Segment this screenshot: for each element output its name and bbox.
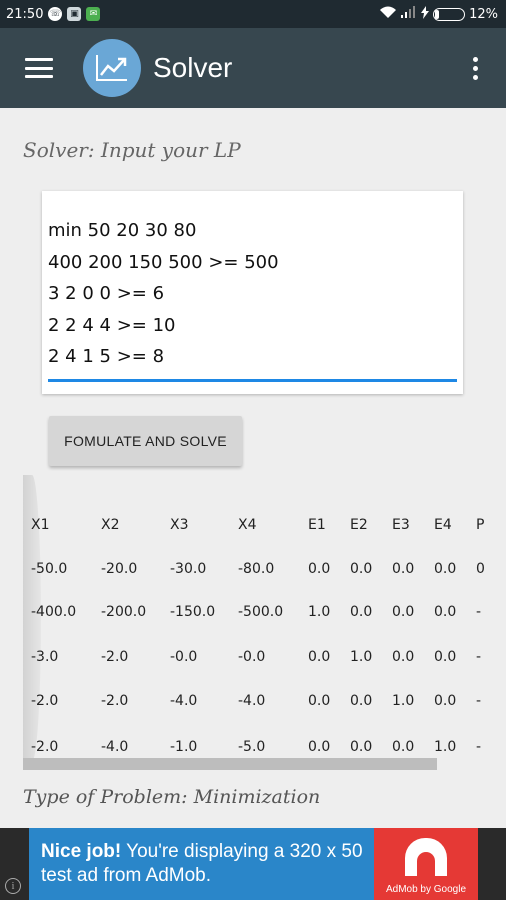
table-cell: -50.0 <box>31 561 68 577</box>
table-header: E3 <box>392 517 410 533</box>
table-cell: - <box>476 604 482 620</box>
table-header: E4 <box>434 517 452 533</box>
status-bar: 21:50 ☏ ▣ ✉ 12% <box>0 0 506 28</box>
chart-trend-icon <box>83 39 141 97</box>
status-time: 21:50 <box>6 6 44 22</box>
battery-icon <box>433 7 466 21</box>
message-icon: ✉ <box>86 7 101 21</box>
table-cell: 0.0 <box>308 693 331 709</box>
hamburger-icon[interactable] <box>25 58 53 78</box>
admob-brand: AdMob by Google <box>385 884 467 895</box>
table-cell: 0.0 <box>392 739 415 755</box>
table-cell: -2.0 <box>101 693 129 709</box>
table-cell: -5.0 <box>238 739 266 755</box>
lp-line: 400 200 150 500 >= 500 <box>48 251 279 273</box>
table-header: X4 <box>238 517 257 533</box>
table-header: E1 <box>308 517 326 533</box>
table-cell: 0.0 <box>350 739 373 755</box>
table-cell: - <box>476 739 482 755</box>
table-cell: -4.0 <box>101 739 129 755</box>
table-cell: -200.0 <box>101 604 147 620</box>
lp-input-field[interactable]: min 50 20 30 80 400 200 150 500 >= 500 3… <box>48 215 456 373</box>
table-cell: -30.0 <box>170 561 207 577</box>
table-cell: 0.0 <box>308 561 331 577</box>
table-cell: 0.0 <box>434 604 457 620</box>
table-cell: 0.0 <box>308 739 331 755</box>
input-underline <box>48 379 457 382</box>
table-cell: 1.0 <box>392 693 415 709</box>
whatsapp-icon: ☏ <box>48 7 63 21</box>
table-cell: 0.0 <box>308 649 331 665</box>
table-cell: -20.0 <box>101 561 138 577</box>
table-header: E2 <box>350 517 368 533</box>
table-cell: 0.0 <box>434 649 457 665</box>
table-cell: 1.0 <box>350 649 373 665</box>
table-cell: 0.0 <box>350 693 373 709</box>
table-cell: - <box>476 693 482 709</box>
table-grid: X1 X2 X3 X4 E1 E2 E3 E4 P -50.0 -20.0 -30.0 -80.0 0.0… <box>23 475 506 761</box>
table-cell: 0.0 <box>434 693 457 709</box>
status-right: 12% <box>379 5 498 23</box>
table-cell: -1.0 <box>170 739 198 755</box>
table-cell: -400.0 <box>31 604 77 620</box>
table-cell: -0.0 <box>170 649 198 665</box>
more-vert-icon[interactable] <box>473 56 478 80</box>
table-cell: 0.0 <box>392 649 415 665</box>
lp-line: min 50 20 30 80 <box>48 220 197 241</box>
problem-type-label: Type of Problem: Minimization <box>23 786 321 808</box>
lp-input-card: min 50 20 30 80 400 200 150 500 >= 500 3… <box>42 191 463 394</box>
table-cell: -4.0 <box>170 693 198 709</box>
table-cell: 1.0 <box>308 604 331 620</box>
lp-line: 2 2 4 4 >= 10 <box>48 314 176 336</box>
battery-level <box>435 9 439 19</box>
table-cell: -2.0 <box>101 649 129 665</box>
formulate-and-solve-button[interactable]: FOMULATE AND SOLVE <box>49 416 242 466</box>
admob-icon <box>405 838 447 876</box>
table-cell: -2.0 <box>31 739 59 755</box>
screen-icon: ▣ <box>67 7 82 21</box>
results-table[interactable]: X1 X2 X3 X4 E1 E2 E3 E4 P -50.0 -20.0 -30.0 -80.0 0.0… <box>23 475 506 770</box>
ad-banner[interactable]: Nice job! You're displaying a 320 x 50 t… <box>0 828 506 900</box>
table-cell: -3.0 <box>31 649 59 665</box>
table-cell: - <box>476 649 482 665</box>
lp-line: 3 2 0 0 >= 6 <box>48 283 165 304</box>
page-heading: Solver: Input your LP <box>23 138 241 162</box>
signal-icon <box>401 6 417 22</box>
table-cell: -150.0 <box>170 604 216 620</box>
table-cell: 1.0 <box>434 739 457 755</box>
horizontal-scrollbar[interactable] <box>23 758 437 770</box>
app-toolbar: Solver <box>0 28 506 108</box>
table-cell: 0.0 <box>350 561 373 577</box>
table-header: X2 <box>101 517 120 533</box>
table-cell: -500.0 <box>238 604 284 620</box>
ad-headline: Nice job! <box>41 841 122 862</box>
table-cell: 0.0 <box>350 604 373 620</box>
table-header: X3 <box>170 517 189 533</box>
battery-percent: 12% <box>469 6 498 22</box>
info-icon[interactable]: i <box>5 878 21 894</box>
app-title: Solver <box>153 52 233 83</box>
table-header: P <box>476 517 485 533</box>
wifi-icon <box>379 6 397 23</box>
admob-logo: AdMob by Google <box>374 828 478 900</box>
table-cell: -4.0 <box>238 693 266 709</box>
ad-content[interactable]: Nice job! You're displaying a 320 x 50 t… <box>29 828 478 900</box>
ad-text: Nice job! You're displaying a 320 x 50 t… <box>29 828 374 900</box>
table-cell: 0 <box>476 561 485 577</box>
table-cell: 0.0 <box>392 561 415 577</box>
table-cell: -80.0 <box>238 561 275 577</box>
table-cell: 0.0 <box>392 604 415 620</box>
table-header: X1 <box>31 517 50 533</box>
lp-line: 2 4 1 5 >= 8 <box>48 346 165 367</box>
table-cell: -0.0 <box>238 649 266 665</box>
table-cell: -2.0 <box>31 693 59 709</box>
table-cell: 0.0 <box>434 561 457 577</box>
charging-icon <box>421 5 430 23</box>
